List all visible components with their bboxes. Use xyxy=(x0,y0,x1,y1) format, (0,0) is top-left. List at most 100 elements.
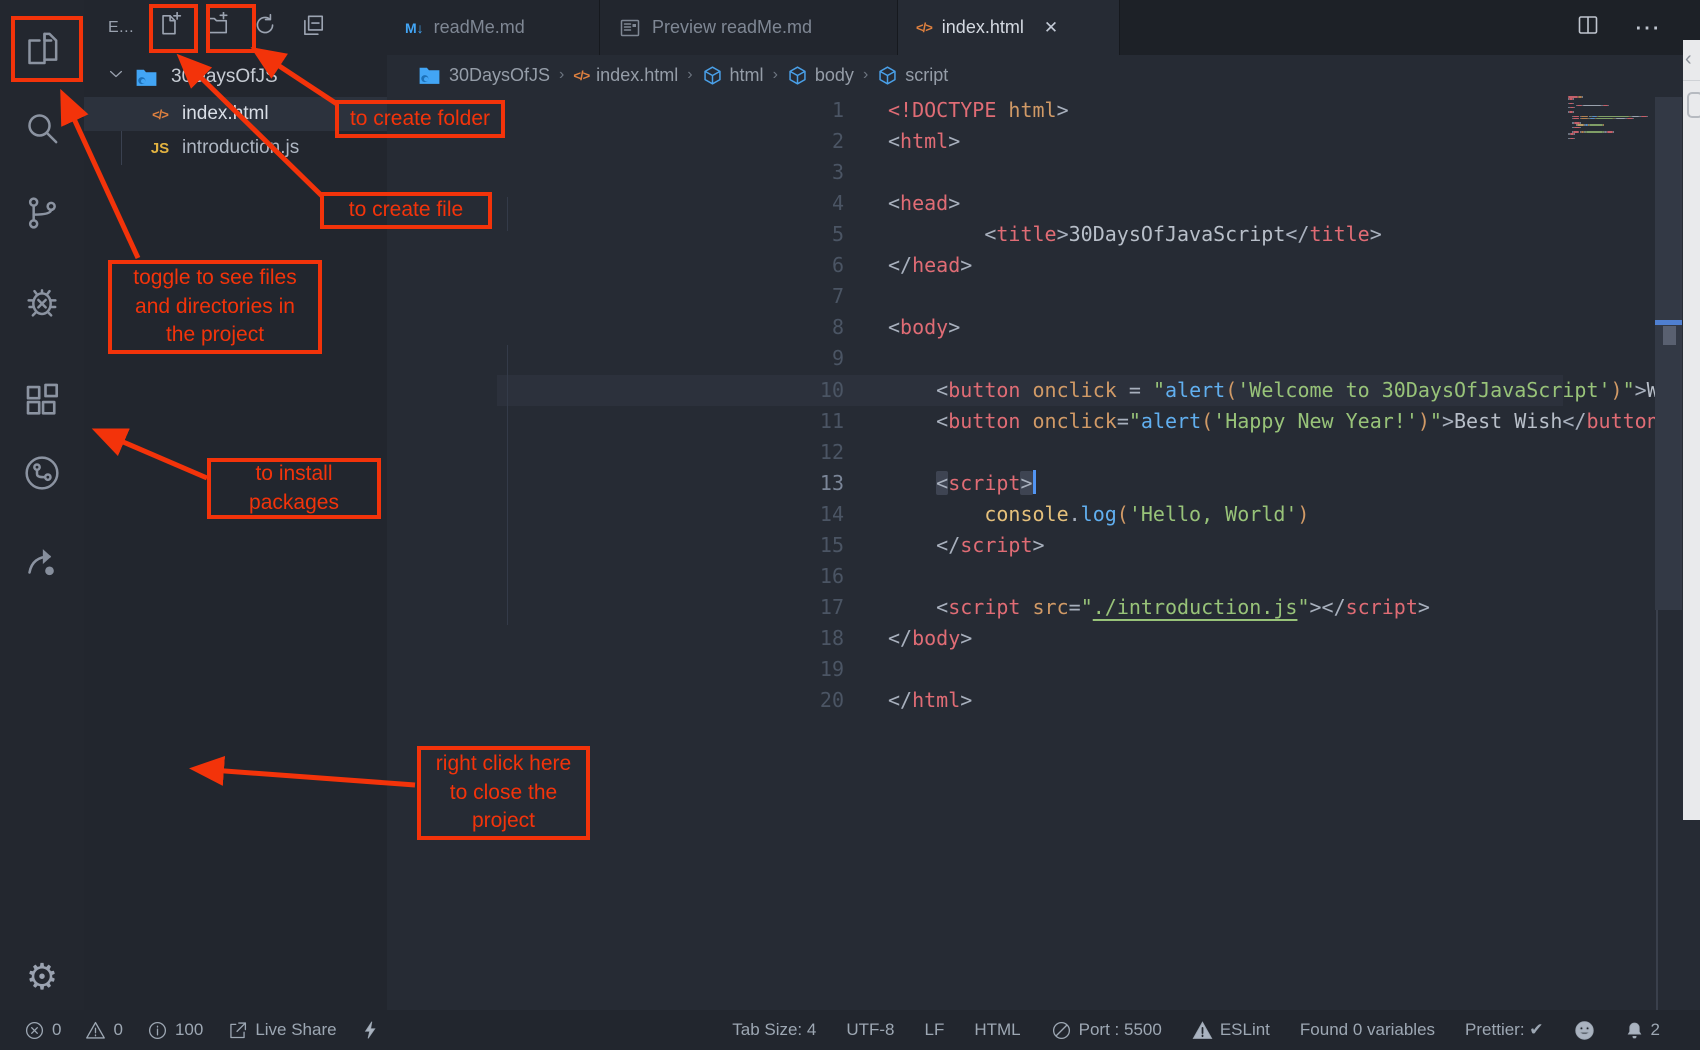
html-icon: </> xyxy=(146,107,174,122)
code-editor[interactable]: 1<!DOCTYPE html>2<html>34<head>5 <title>… xyxy=(774,95,1700,1010)
tab-index.html[interactable]: </> index.html✕ xyxy=(898,0,1120,55)
js-icon: JS xyxy=(146,140,174,157)
more-actions-icon[interactable]: ⋯ xyxy=(1634,12,1662,43)
tab-Preview readMe.md[interactable]: Preview readMe.md xyxy=(600,0,898,55)
status-label: ESLint xyxy=(1220,1020,1270,1040)
status-errors[interactable]: 0 xyxy=(24,1020,61,1041)
status-label: Port : 5500 xyxy=(1079,1020,1162,1040)
status-notifications[interactable]: 2 xyxy=(1625,1020,1660,1041)
sidebar-header: E... xyxy=(84,0,387,55)
new-folder-icon xyxy=(204,12,230,43)
line-number: 3 xyxy=(774,157,844,188)
status-eol[interactable]: LF xyxy=(925,1020,945,1040)
breadcrumb-item-body[interactable]: body xyxy=(787,65,854,86)
activity-item-explorer[interactable] xyxy=(0,18,84,82)
tab-label: index.html xyxy=(942,17,1024,38)
activity-item-extensions[interactable] xyxy=(0,371,84,435)
breadcrumb-item-script[interactable]: script xyxy=(877,65,948,86)
info-circle-icon xyxy=(147,1020,168,1041)
code-line: 9 xyxy=(774,343,1700,374)
code-line: 3 xyxy=(774,157,1700,188)
tree-root-label: 30DaysOfJS xyxy=(171,66,278,88)
code-text: </head> xyxy=(888,250,972,281)
new-folder-button[interactable] xyxy=(204,15,230,41)
line-number: 12 xyxy=(774,437,844,468)
activity-item-run-debug[interactable] xyxy=(0,272,84,336)
line-number: 4 xyxy=(774,188,844,219)
code-text: </body> xyxy=(888,623,972,654)
status-label: 2 xyxy=(1651,1020,1660,1040)
new-file-icon xyxy=(156,12,182,43)
activity-item-source-control[interactable] xyxy=(0,183,84,247)
code-line: 2<html> xyxy=(774,126,1700,157)
code-text: </script> xyxy=(888,530,1045,561)
folder-icon xyxy=(134,65,159,90)
status-eslint[interactable]: ESLint xyxy=(1192,1020,1270,1041)
minimap[interactable] xyxy=(1568,96,1652,140)
activity-item-project-manager[interactable] xyxy=(0,443,84,507)
share-arrow-icon xyxy=(22,540,62,585)
new-file-button[interactable] xyxy=(156,15,182,41)
code-line: 15 </script> xyxy=(774,530,1700,561)
activity-item-search[interactable] xyxy=(0,98,84,162)
code-line: 13 <script> xyxy=(774,468,1700,499)
settings-gear-icon[interactable]: ⚙ xyxy=(0,945,84,1009)
cube-icon xyxy=(787,65,808,86)
status-label: Found 0 variables xyxy=(1300,1020,1435,1040)
editor-edge-line xyxy=(1656,610,1658,1010)
tree-file-label: index.html xyxy=(182,103,269,125)
line-number: 8 xyxy=(774,312,844,343)
error-circle-icon xyxy=(24,1020,45,1041)
tree-file-index.html[interactable]: </> index.html xyxy=(84,97,387,131)
code-line: 7 xyxy=(774,281,1700,312)
tree-root-folder[interactable]: 30DaysOfJS xyxy=(84,60,387,94)
status-variables[interactable]: Found 0 variables xyxy=(1300,1020,1435,1040)
window-edge-strip: ‹ xyxy=(1683,40,1700,820)
code-line: 18</body> xyxy=(774,623,1700,654)
status-tab-size[interactable]: Tab Size: 4 xyxy=(732,1020,816,1040)
status-feedback[interactable] xyxy=(1574,1020,1595,1041)
breadcrumb-item-index.html[interactable]: </> index.html xyxy=(573,65,678,86)
code-line: 8<body> xyxy=(774,312,1700,343)
split-editor-icon[interactable] xyxy=(1576,13,1600,42)
breadcrumb-separator: › xyxy=(559,66,564,84)
eslint-warning-icon xyxy=(1192,1020,1213,1041)
activity-bar: ⚙ xyxy=(0,0,84,1010)
tab-readMe.md[interactable]: M↓ readMe.md xyxy=(387,0,600,55)
chevron-left-icon: ‹ xyxy=(1685,48,1692,71)
status-port[interactable]: Port : 5500 xyxy=(1051,1020,1162,1041)
status-label: 0 xyxy=(113,1020,122,1040)
scrollbar-track[interactable] xyxy=(1655,97,1682,610)
line-number: 2 xyxy=(774,126,844,157)
circle-branch-icon xyxy=(22,453,62,498)
status-live-share[interactable]: Live Share xyxy=(227,1020,336,1041)
editor-zone: 1<!DOCTYPE html>2<html>34<head>5 <title>… xyxy=(387,0,1700,1010)
line-number: 9 xyxy=(774,343,844,374)
breadcrumb-label: 30DaysOfJS xyxy=(449,65,550,86)
status-warnings[interactable]: 0 xyxy=(85,1020,122,1041)
breadcrumb-item-30DaysOfJS[interactable]: 30DaysOfJS xyxy=(417,63,550,88)
activity-item-live-share[interactable] xyxy=(0,530,84,594)
line-number: 10 xyxy=(774,375,844,406)
close-icon[interactable]: ✕ xyxy=(1044,18,1058,38)
line-number: 15 xyxy=(774,530,844,561)
refresh-icon xyxy=(252,12,278,43)
collapse-all-button[interactable] xyxy=(300,15,326,41)
status-info[interactable]: 100 xyxy=(147,1020,203,1041)
status-bar: 0 0 100 Live Share Tab Size: 4 UTF-8 LF HTML Po… xyxy=(0,1010,1700,1050)
code-line: 10 <button onclick = "alert('Welcome to … xyxy=(774,375,1700,406)
tree-file-introduction.js[interactable]: JS introduction.js xyxy=(84,131,387,165)
indent-guide xyxy=(507,345,508,625)
status-right: Tab Size: 4 UTF-8 LF HTML Port : 5500 ESLint F… xyxy=(732,1020,1700,1041)
scrollbar-thumb[interactable] xyxy=(1663,326,1676,345)
breadcrumb-item-html[interactable]: html xyxy=(702,65,764,86)
breadcrumb-separator: › xyxy=(773,66,778,84)
status-prettier[interactable]: Prettier: ✔ xyxy=(1465,1020,1543,1040)
status-language[interactable]: HTML xyxy=(974,1020,1020,1040)
breadcrumb-label: script xyxy=(905,65,948,86)
refresh-button[interactable] xyxy=(252,15,278,41)
code-text: console.log('Hello, World') xyxy=(888,499,1309,530)
status-lightning[interactable] xyxy=(361,1019,381,1041)
tab-label: readMe.md xyxy=(434,17,525,38)
status-encoding[interactable]: UTF-8 xyxy=(846,1020,894,1040)
